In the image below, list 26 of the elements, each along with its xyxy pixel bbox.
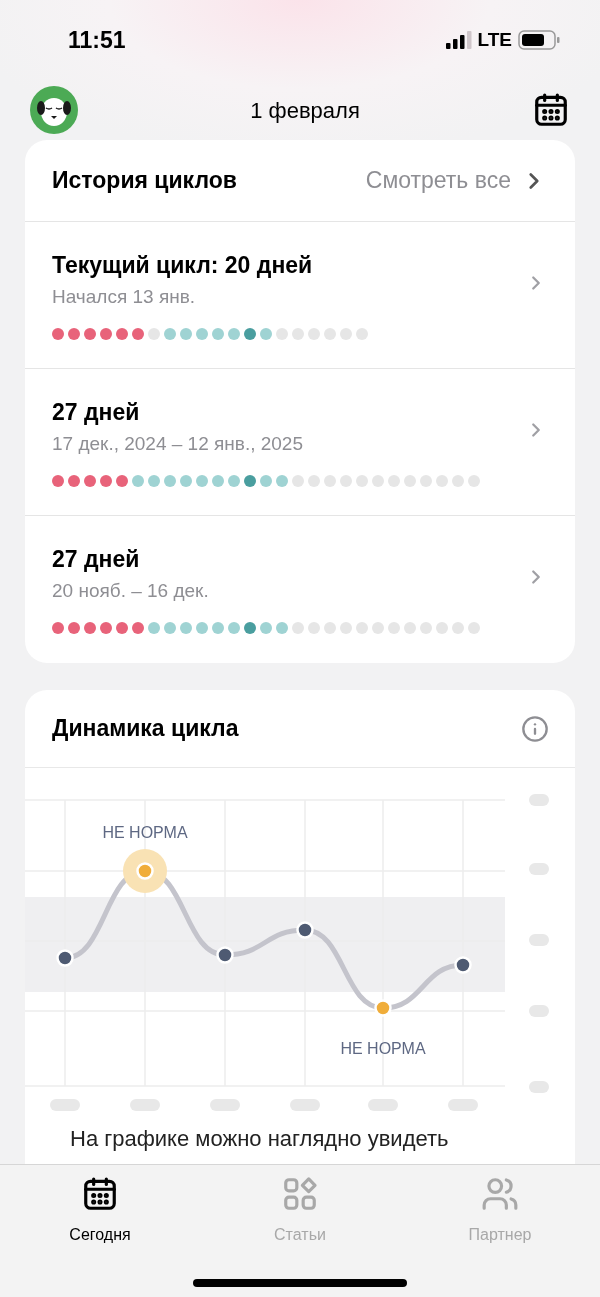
abnormal-label: НЕ НОРМА: [340, 1040, 426, 1057]
shapes-grid-icon: [281, 1175, 319, 1213]
abnormal-label: НЕ НОРМА: [102, 824, 188, 841]
people-icon: [481, 1175, 519, 1213]
tab-item[interactable]: Сегодня: [50, 1175, 150, 1247]
header-date: 1 февраля: [250, 96, 360, 125]
cycle-row[interactable]: Текущий цикл: 20 дней Начался 13 янв.: [25, 222, 575, 369]
dog-avatar-icon[interactable]: [30, 86, 78, 134]
cycle-dates: Начался 13 янв.: [52, 285, 197, 309]
battery-icon: [518, 30, 560, 50]
status-time: 11:51: [68, 25, 126, 55]
signal-icon: [445, 31, 472, 49]
calendar-icon[interactable]: [81, 1175, 119, 1213]
info-icon[interactable]: [521, 714, 549, 743]
card-title: Динамика цикла: [52, 714, 239, 744]
calendar-icon[interactable]: [532, 91, 570, 129]
network-label: LTE: [477, 27, 512, 52]
cycle-dates: 20 нояб. – 16 дек.: [52, 579, 210, 603]
chart-description: На графике можно наглядно увидеть: [69, 1125, 450, 1153]
card-title: История циклов: [52, 166, 237, 196]
cycle-row[interactable]: 27 дней 17 дек., 2024 – 12 янв., 2025: [25, 369, 575, 516]
cycle-dates: 17 дек., 2024 – 12 янв., 2025: [52, 432, 304, 456]
cycle-row[interactable]: 27 дней 20 нояб. – 16 дек.: [25, 516, 575, 663]
cycle-title: 27 дней: [52, 398, 141, 427]
cycle-title: Текущий цикл: 20 дней: [52, 251, 314, 280]
cycle-title: 27 дней: [52, 545, 141, 574]
